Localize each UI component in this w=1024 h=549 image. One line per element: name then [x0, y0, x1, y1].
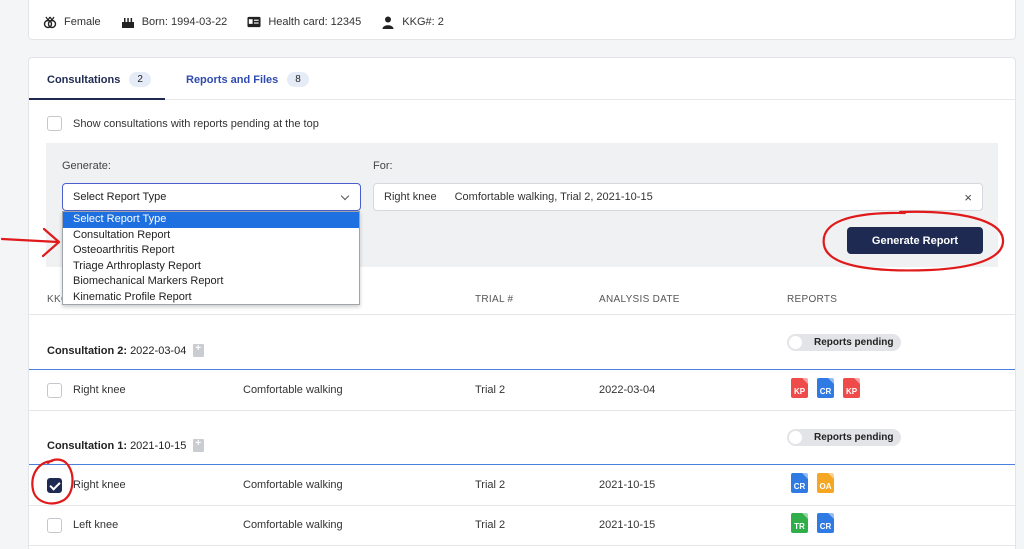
side-cell: Right knee: [73, 479, 126, 491]
activity-cell: Comfortable walking: [243, 479, 343, 491]
active-tab-indicator: [29, 98, 165, 100]
toggle-knob: [789, 431, 802, 444]
consultation-title: Consultation 1: 2021-10-15: [47, 438, 205, 452]
for-trial-field[interactable]: Right knee Comfortable walking, Trial 2,…: [373, 183, 983, 211]
tab-bar: Consultations 2 Reports and Files 8: [29, 58, 1015, 100]
add-document-icon[interactable]: [193, 438, 205, 452]
birthday-cake-icon: [121, 16, 135, 29]
consultation-name: Consultation 2:: [47, 344, 128, 357]
header-reports: REPORTS: [787, 294, 838, 305]
tab-consultations[interactable]: Consultations 2: [47, 72, 151, 87]
report-type-value: Select Report Type: [73, 191, 167, 203]
toggle-label: Reports pending: [814, 432, 894, 443]
cr-report-icon[interactable]: CR: [817, 378, 834, 398]
report-icons: TR CR: [791, 513, 843, 533]
kp-report-icon[interactable]: KP: [791, 378, 808, 398]
dropdown-option[interactable]: Select Report Type: [63, 212, 359, 228]
consultation-title: Consultation 2: 2022-03-04: [47, 343, 205, 357]
oa-report-icon[interactable]: OA: [817, 473, 834, 493]
add-document-icon[interactable]: [193, 343, 205, 357]
chevron-down-icon: [340, 191, 350, 201]
tab-label: Consultations: [47, 73, 121, 86]
trial-cell: Trial 2: [475, 519, 506, 531]
user-icon: [381, 16, 395, 29]
tab-count-badge: 2: [129, 72, 151, 87]
consultation-header: Consultation 1: 2021-10-15 Reports pendi…: [29, 411, 1015, 465]
for-description-text: Comfortable walking, Trial 2, 2021-10-15: [454, 191, 653, 203]
activity-cell: Comfortable walking: [243, 384, 343, 396]
report-type-dropdown: Select Report Type Consultation Report O…: [62, 211, 360, 305]
consultation-date: 2022-03-04: [130, 344, 187, 357]
report-icons: KP CR KP: [791, 378, 869, 398]
dropdown-option[interactable]: Triage Arthroplasty Report: [63, 259, 359, 275]
born-text: Born: 1994-03-22: [141, 16, 228, 28]
pending-top-checkbox[interactable]: [47, 116, 62, 131]
health-card-text: Health card: 12345: [268, 16, 362, 28]
kp-report-icon[interactable]: KP: [843, 378, 860, 398]
for-label: For:: [373, 160, 393, 172]
dropdown-option[interactable]: Consultation Report: [63, 228, 359, 244]
for-side-text: Right knee: [384, 191, 437, 203]
reports-pending-toggle[interactable]: Reports pending: [787, 429, 901, 446]
patient-info-card: Female Born: 1994-03-22 Health card: 123…: [28, 0, 1016, 40]
header-trial: TRIAL #: [475, 294, 514, 305]
table-row: Left knee Comfortable walking Trial 2 20…: [29, 506, 1015, 546]
dropdown-option[interactable]: Osteoarthritis Report: [63, 243, 359, 259]
row-checkbox[interactable]: [47, 518, 62, 533]
toggle-knob: [789, 336, 802, 349]
date-cell: 2021-10-15: [599, 519, 656, 531]
table-row: Right knee Comfortable walking Trial 2 2…: [29, 466, 1015, 506]
gender-item: Female: [43, 16, 101, 29]
trial-cell: Trial 2: [475, 479, 506, 491]
born-item: Born: 1994-03-22: [121, 16, 228, 29]
row-checkbox[interactable]: [47, 383, 62, 398]
activity-cell: Comfortable walking: [243, 519, 343, 531]
tr-report-icon[interactable]: TR: [791, 513, 808, 533]
report-type-select[interactable]: Select Report Type: [62, 183, 361, 211]
cr-report-icon[interactable]: CR: [817, 513, 834, 533]
generate-label: Generate:: [62, 160, 111, 172]
consultation-date: 2021-10-15: [130, 439, 187, 452]
row-checkbox[interactable]: [47, 478, 62, 493]
pending-top-label: Show consultations with reports pending …: [73, 117, 319, 130]
dropdown-option[interactable]: Kinematic Profile Report: [63, 290, 359, 306]
toggle-label: Reports pending: [814, 337, 894, 348]
kkg-text: KKG#: 2: [402, 16, 444, 28]
patient-info: Female Born: 1994-03-22 Health card: 123…: [43, 15, 464, 29]
tab-reports-and-files[interactable]: Reports and Files 8: [186, 72, 309, 87]
date-cell: 2021-10-15: [599, 479, 656, 491]
table-row: Right knee Comfortable walking Trial 2 2…: [29, 371, 1015, 411]
dropdown-option[interactable]: Biomechanical Markers Report: [63, 274, 359, 290]
trial-cell: Trial 2: [475, 384, 506, 396]
pending-top-option: Show consultations with reports pending …: [47, 116, 319, 131]
side-cell: Right knee: [73, 384, 126, 396]
id-card-icon: [247, 16, 261, 29]
reports-pending-toggle[interactable]: Reports pending: [787, 334, 901, 351]
tab-label: Reports and Files: [186, 73, 279, 86]
header-analysis-date: ANALYSIS DATE: [599, 294, 680, 305]
health-card-item: Health card: 12345: [247, 16, 361, 29]
cr-report-icon[interactable]: CR: [791, 473, 808, 493]
kkg-item: KKG#: 2: [381, 16, 444, 29]
consultation-name: Consultation 1:: [47, 439, 128, 452]
date-cell: 2022-03-04: [599, 384, 656, 396]
clear-icon[interactable]: ×: [964, 190, 972, 205]
side-cell: Left knee: [73, 519, 119, 531]
gender-icon: [43, 16, 57, 29]
report-icons: CR OA: [791, 473, 843, 493]
generate-report-button[interactable]: Generate Report: [847, 227, 983, 254]
tab-count-badge: 8: [287, 72, 309, 87]
gender-text: Female: [64, 16, 101, 28]
consultation-header: Consultation 2: 2022-03-04 Reports pendi…: [29, 316, 1015, 370]
